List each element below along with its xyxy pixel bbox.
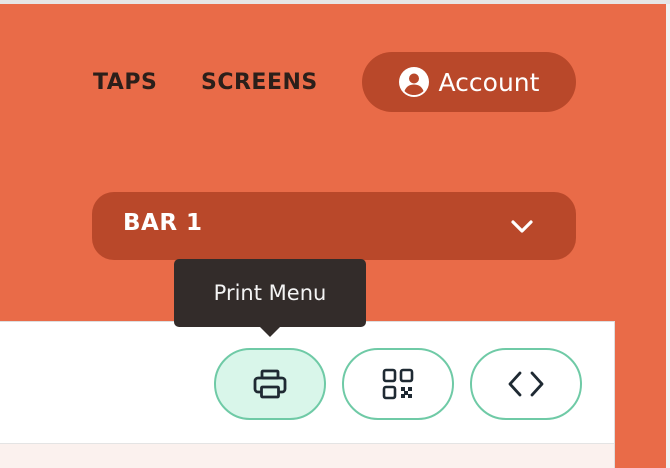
- tooltip-arrow: [259, 326, 281, 337]
- account-label: Account: [438, 67, 540, 97]
- nav-link-screens[interactable]: SCREENS: [201, 66, 318, 100]
- account-button[interactable]: Account: [362, 52, 576, 112]
- qr-code-icon: [382, 368, 414, 400]
- user-circle-icon: [398, 67, 429, 97]
- bar-select-dropdown[interactable]: BAR 1: [92, 192, 576, 260]
- code-icon: [508, 371, 544, 397]
- print-button[interactable]: [214, 348, 326, 420]
- print-menu-tooltip: Print Menu: [174, 259, 366, 327]
- nav-link-taps[interactable]: TAPS: [93, 66, 157, 100]
- menu-toolbar-panel: [0, 321, 615, 468]
- chevron-down-icon: [511, 220, 533, 233]
- embed-code-button[interactable]: [470, 348, 582, 420]
- qr-code-button[interactable]: [342, 348, 454, 420]
- tooltip-text: Print Menu: [213, 281, 327, 305]
- page-right-edge: [666, 4, 670, 468]
- bar-select-value: BAR 1: [123, 210, 203, 236]
- printer-icon: [253, 369, 287, 399]
- panel-footer: [0, 444, 614, 468]
